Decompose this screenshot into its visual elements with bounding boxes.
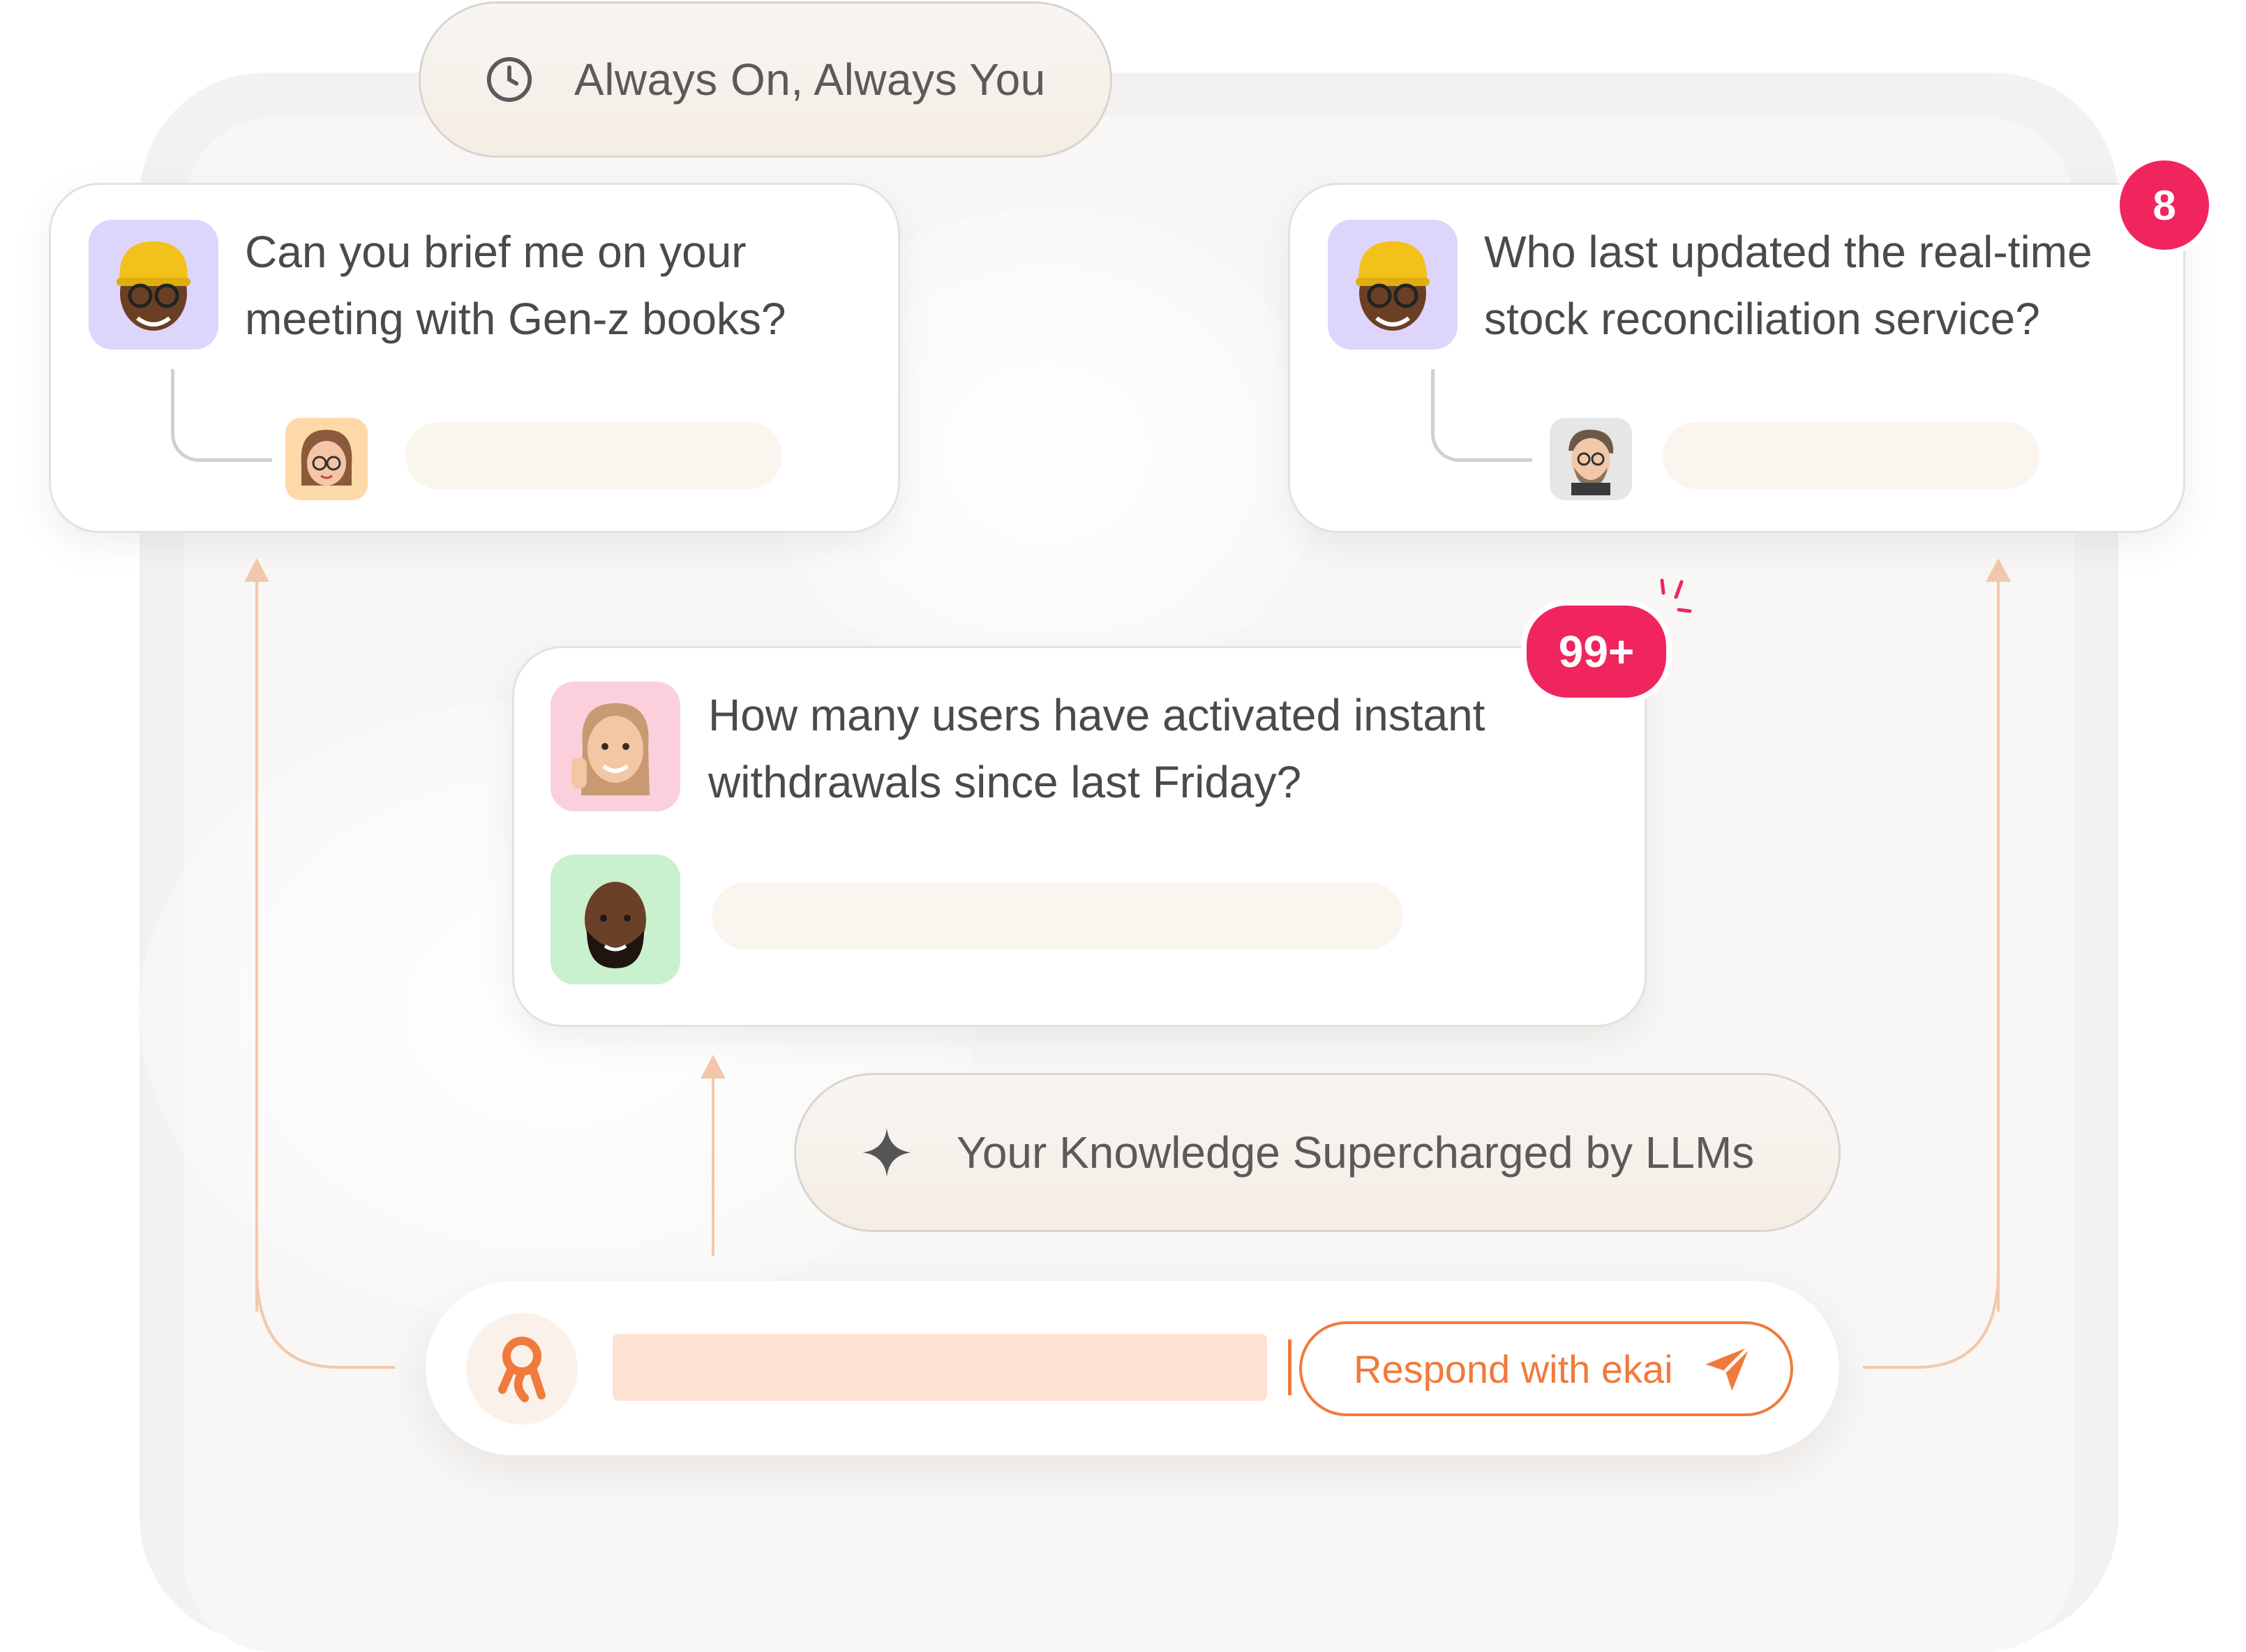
right-flow-line [1997, 572, 2000, 1312]
question-text: Who last updated the real-time stock rec… [1484, 227, 2092, 344]
always-on-pill: Always On, Always You [419, 1, 1112, 158]
ekai-logo [466, 1313, 578, 1425]
respond-button-label: Respond with ekai [1354, 1346, 1673, 1391]
reply-placeholder [405, 422, 782, 489]
asker-avatar [1328, 220, 1458, 350]
ekai-logo-icon [498, 1337, 546, 1402]
asker-avatar [89, 220, 218, 350]
send-icon [1705, 1345, 1751, 1391]
right-flow-curve [1863, 1270, 2000, 1369]
reply-connector [171, 369, 272, 462]
question-card-middle[interactable]: How many users have activated instant wi… [512, 646, 1647, 1027]
memoji-icon [117, 241, 190, 331]
arrow-up-icon [1986, 558, 2011, 582]
memoji-icon [585, 882, 646, 968]
responder-avatar [1550, 418, 1632, 500]
knowledge-label: Your Knowledge Supercharged by LLMs [957, 1127, 1755, 1178]
question-text: Can you brief me on your meeting with Ge… [245, 227, 786, 344]
left-flow-curve [255, 1270, 395, 1369]
response-input[interactable] [613, 1334, 1267, 1401]
reply-placeholder [1663, 422, 2039, 489]
clock-icon [486, 57, 532, 103]
notification-badge: 8 [2114, 155, 2215, 255]
sparkle-lines-icon [1660, 578, 1692, 613]
left-flow-line [255, 572, 258, 1312]
sparkle-icon [862, 1128, 911, 1177]
memoji-icon [571, 703, 650, 795]
responder-avatar [285, 418, 368, 500]
memoji-icon [1569, 429, 1614, 495]
reply-connector [1431, 369, 1532, 462]
always-on-label: Always On, Always You [574, 54, 1046, 105]
arrow-up-icon [701, 1055, 726, 1079]
center-flow-line [712, 1074, 714, 1256]
text-cursor [1288, 1339, 1292, 1395]
question-text: How many users have activated instant wi… [708, 690, 1485, 807]
arrow-up-icon [244, 558, 269, 582]
reply-placeholder [712, 883, 1403, 949]
memoji-icon [301, 430, 352, 486]
memoji-icon [1356, 241, 1430, 331]
question-card-left[interactable]: Can you brief me on your meeting with Ge… [49, 183, 900, 533]
question-card-right[interactable]: Who last updated the real-time stock rec… [1288, 183, 2185, 533]
notification-badge: 99+ [1521, 600, 1672, 703]
responder-avatar [551, 855, 680, 984]
asker-avatar [551, 682, 680, 811]
knowledge-pill: Your Knowledge Supercharged by LLMs [794, 1073, 1841, 1232]
respond-bar: Respond with ekai [426, 1281, 1839, 1455]
respond-with-ekai-button[interactable]: Respond with ekai [1299, 1321, 1793, 1416]
